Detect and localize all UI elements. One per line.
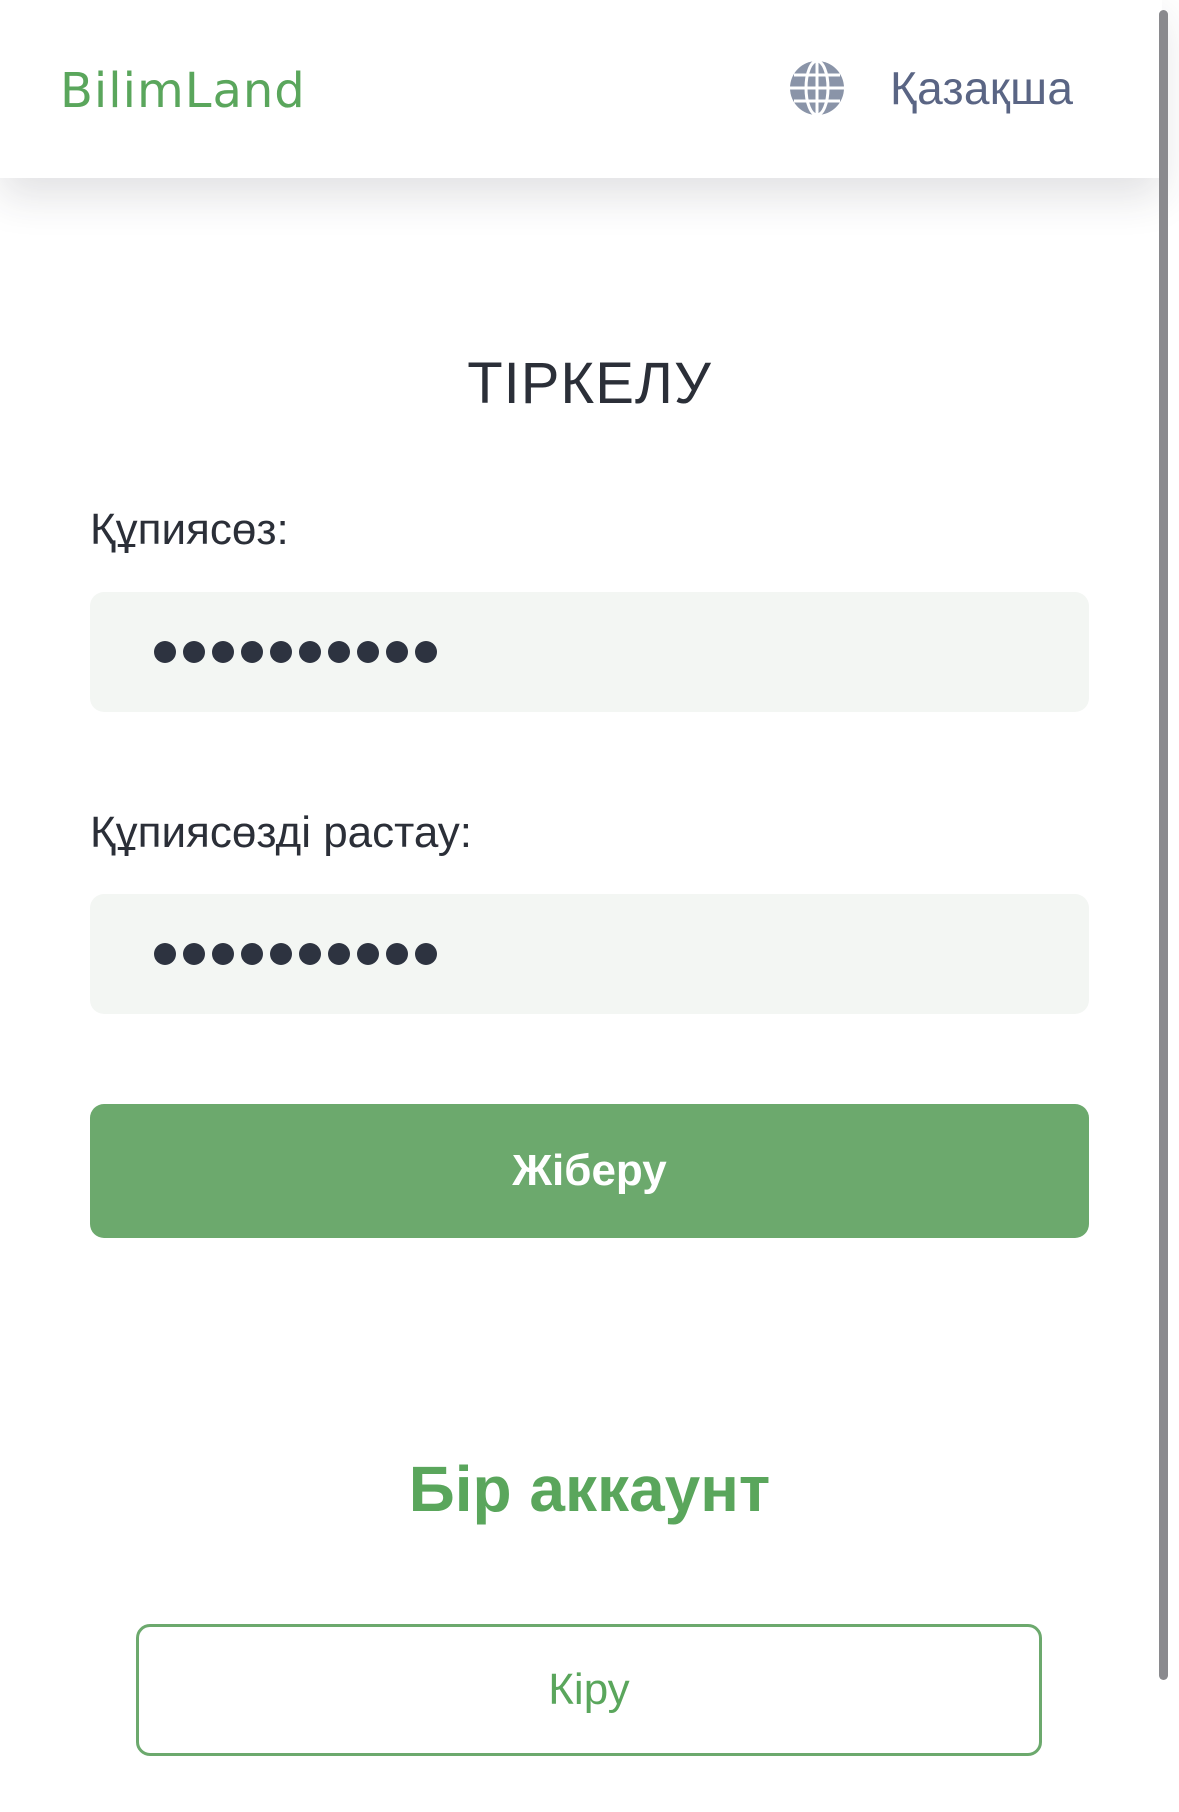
- submit-button[interactable]: Жіберу: [90, 1104, 1089, 1238]
- confirm-password-label: Құпиясөзді растау:: [90, 808, 473, 857]
- mask-dot: [183, 943, 205, 965]
- bilimland-logo[interactable]: BilimLand: [60, 60, 380, 120]
- mask-dot: [212, 641, 234, 663]
- mask-dot: [154, 943, 176, 965]
- svg-text:BilimLand: BilimLand: [60, 63, 306, 119]
- mask-dot: [328, 943, 350, 965]
- registration-page: BilimLand Қазақша ТІРКЕЛУ Құпиясөз: Құпи…: [0, 0, 1179, 1812]
- mask-dot: [357, 641, 379, 663]
- password-label: Құпиясөз:: [90, 505, 289, 554]
- password-field[interactable]: [90, 592, 1089, 712]
- mask-dot: [299, 943, 321, 965]
- mask-dot: [386, 943, 408, 965]
- confirm-password-mask: [154, 943, 437, 965]
- mask-dot: [154, 641, 176, 663]
- mask-dot: [241, 641, 263, 663]
- mask-dot: [270, 943, 292, 965]
- login-button[interactable]: Кіру: [136, 1624, 1042, 1756]
- language-selector[interactable]: Қазақша: [788, 56, 1073, 120]
- mask-dot: [241, 943, 263, 965]
- confirm-password-field[interactable]: [90, 894, 1089, 1014]
- one-account-heading: Бір аккаунт: [408, 1453, 771, 1525]
- mask-dot: [183, 641, 205, 663]
- mask-dot: [386, 641, 408, 663]
- language-label: Қазақша: [890, 62, 1074, 114]
- globe-icon: [790, 59, 844, 117]
- password-mask: [154, 641, 437, 663]
- page-title: ТІРКЕЛУ: [467, 351, 712, 416]
- mask-dot: [299, 641, 321, 663]
- top-bar: BilimLand Қазақша: [0, 0, 1162, 178]
- mask-dot: [270, 641, 292, 663]
- mask-dot: [415, 641, 437, 663]
- mask-dot: [212, 943, 234, 965]
- mask-dot: [415, 943, 437, 965]
- scrollbar[interactable]: [1159, 10, 1168, 1680]
- mask-dot: [357, 943, 379, 965]
- mask-dot: [328, 641, 350, 663]
